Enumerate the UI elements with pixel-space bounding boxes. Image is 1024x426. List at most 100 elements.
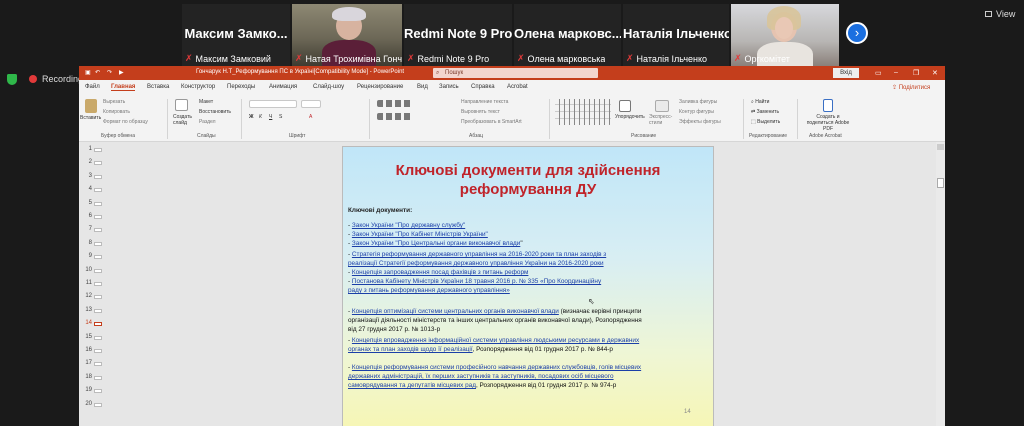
copy-button[interactable]: Копировать <box>103 109 130 115</box>
tab-view[interactable]: Вид <box>417 84 428 90</box>
font-family-select[interactable] <box>249 100 297 108</box>
slide-thumbnail[interactable] <box>94 375 102 380</box>
slide-thumbnail[interactable] <box>94 362 102 367</box>
slide-thumbnail-number[interactable]: 11 <box>80 280 92 286</box>
cut-button[interactable]: Вырезать <box>103 99 125 105</box>
slide-thumbnail[interactable] <box>94 215 102 219</box>
document-link[interactable]: Закон України "Про Центральні органи вик… <box>352 240 520 247</box>
adobe-pdf-icon[interactable] <box>823 99 833 112</box>
document-link[interactable]: Закон України "Про Кабінет Міністрів Укр… <box>352 231 488 238</box>
tab-review[interactable]: Рецензирование <box>357 84 403 90</box>
tab-file[interactable]: Файл <box>85 84 100 90</box>
shape-outline-button[interactable]: Контур фигуры <box>679 109 714 115</box>
smartart-button[interactable]: Преобразовать в SmartArt <box>461 119 522 125</box>
font-color-button[interactable]: A <box>309 114 312 120</box>
slide-thumbnail[interactable] <box>94 255 102 260</box>
participant-tile[interactable]: Наталія Ільченко ✗ Наталія Ільченко <box>623 4 729 66</box>
shadow-button[interactable]: S <box>279 114 282 120</box>
slide-thumbnail[interactable] <box>94 295 102 300</box>
tab-help[interactable]: Справка <box>471 84 495 90</box>
scroll-thumb[interactable] <box>937 178 944 188</box>
vertical-scrollbar[interactable] <box>936 142 945 426</box>
section-button[interactable]: Раздел <box>199 119 216 125</box>
slide-thumbnail-number[interactable]: 6 <box>80 213 92 219</box>
undo-icon[interactable]: ↶ <box>95 69 100 76</box>
align-buttons[interactable] <box>377 113 413 120</box>
slide-thumbnail-number[interactable]: 9 <box>80 253 92 259</box>
slide-thumbnail-number[interactable]: 12 <box>80 293 92 299</box>
font-size-select[interactable] <box>301 100 321 108</box>
slide-thumbnail[interactable] <box>94 335 102 340</box>
slide-thumbnail-number[interactable]: 18 <box>80 374 92 380</box>
slide-thumbnail[interactable] <box>94 201 102 206</box>
shape-effects-button[interactable]: Эффекты фигуры <box>679 119 721 125</box>
slide-thumbnail-number[interactable]: 13 <box>80 307 92 313</box>
document-link[interactable]: Концепція реформування системи професійн… <box>352 364 641 371</box>
slide-thumbnail-number[interactable]: 16 <box>80 347 92 353</box>
participant-tile[interactable]: Максим Замко... ✗ Максим Замковий <box>182 4 290 66</box>
close-icon[interactable]: ✕ <box>932 69 938 77</box>
slide-thumbnail[interactable] <box>94 282 102 286</box>
slide-thumbnail-number[interactable]: 17 <box>80 360 92 366</box>
slide-thumbnail-number[interactable]: 10 <box>80 267 92 273</box>
slide-thumbnail[interactable] <box>94 349 102 353</box>
replace-button[interactable]: ⇄ Заменить <box>751 109 779 115</box>
document-link[interactable]: реалізації Стратегії реформування держав… <box>348 260 604 267</box>
tab-transitions[interactable]: Переходы <box>227 84 255 90</box>
tab-record[interactable]: Запись <box>439 84 459 90</box>
slide-thumbnail-number[interactable]: 3 <box>80 173 92 179</box>
participant-tile[interactable]: Олена марковс... ✗ Олена марковська <box>514 4 621 66</box>
reset-button[interactable]: Восстановить <box>199 109 231 115</box>
view-button[interactable]: View <box>985 9 1015 19</box>
document-link[interactable]: органах та план заходів щодо її реалізац… <box>348 346 473 353</box>
slide-thumbnail[interactable] <box>94 322 102 327</box>
slide-thumbnail[interactable] <box>94 241 102 246</box>
quick-styles-icon[interactable] <box>655 100 669 112</box>
slide-thumbnail-number[interactable]: 2 <box>80 159 92 165</box>
document-link[interactable]: Закон України "Про державну службу" <box>352 222 465 229</box>
tab-slideshow[interactable]: Слайд-шоу <box>313 84 344 90</box>
paste-icon[interactable] <box>85 99 97 113</box>
slide-canvas[interactable]: Ключові документи для здійснення реформу… <box>342 146 714 426</box>
arrange-label[interactable]: Упорядочить <box>615 114 645 120</box>
document-link[interactable]: самоврядування та депутатів місцевих рад <box>348 382 476 389</box>
create-pdf-label[interactable]: Создать и поделиться Adobe PDF <box>803 114 853 132</box>
italic-button[interactable]: К <box>259 114 262 120</box>
slide-thumbnail-number[interactable]: 15 <box>80 334 92 340</box>
participant-video-tile[interactable]: ✗Натая Трохимівна Гонча... <box>292 4 402 66</box>
sign-in-button[interactable]: Вхід <box>833 68 859 78</box>
next-participants-button[interactable]: › <box>846 22 868 44</box>
slide-thumbnail-number[interactable]: 19 <box>80 387 92 393</box>
restore-icon[interactable]: ❐ <box>913 69 919 77</box>
list-buttons[interactable] <box>377 100 413 107</box>
new-slide-label[interactable]: Создать слайд <box>173 114 195 126</box>
new-slide-icon[interactable] <box>175 99 188 111</box>
tab-home[interactable]: Главная <box>111 84 136 91</box>
document-link[interactable]: Концепція впровадження інформаційної сис… <box>352 337 639 344</box>
tab-insert[interactable]: Вставка <box>147 84 169 90</box>
ribbon-display-icon[interactable]: ▭ <box>875 69 882 77</box>
slide-thumbnail-number[interactable]: 1 <box>80 146 92 152</box>
participant-tile[interactable]: Redmi Note 9 Pro ✗ Redmi Note 9 Pro <box>404 4 512 66</box>
document-link[interactable]: раду з питань реформування державного уп… <box>348 287 510 294</box>
bold-button[interactable]: Ж <box>249 114 254 120</box>
slide-thumbnail-number[interactable]: 14 <box>80 320 92 326</box>
arrange-icon[interactable] <box>619 100 631 112</box>
document-link[interactable]: Стратегія реформування державного управл… <box>352 251 606 258</box>
slide-thumbnail-number[interactable]: 7 <box>80 226 92 232</box>
slide-thumbnail-number[interactable]: 20 <box>80 401 92 407</box>
align-text-button[interactable]: Выровнять текст <box>461 109 500 115</box>
slide-thumbnail-number[interactable]: 4 <box>80 186 92 192</box>
slide-thumbnail[interactable] <box>94 228 102 233</box>
document-link[interactable]: державних адміністрацій, їх перших засту… <box>348 373 614 380</box>
slide-thumbnail[interactable] <box>94 188 102 193</box>
slide-thumbnail[interactable] <box>94 174 102 179</box>
tab-acrobat[interactable]: Acrobat <box>507 84 528 90</box>
minimize-icon[interactable]: – <box>894 69 898 76</box>
shapes-gallery[interactable] <box>555 99 611 125</box>
layout-button[interactable]: Макет <box>199 99 213 105</box>
slide-thumbnail[interactable] <box>94 389 102 394</box>
find-button[interactable]: ⌕ Найти <box>751 99 769 105</box>
start-from-beginning-icon[interactable]: ▶ <box>119 69 124 76</box>
slide-thumbnail[interactable] <box>94 308 102 313</box>
